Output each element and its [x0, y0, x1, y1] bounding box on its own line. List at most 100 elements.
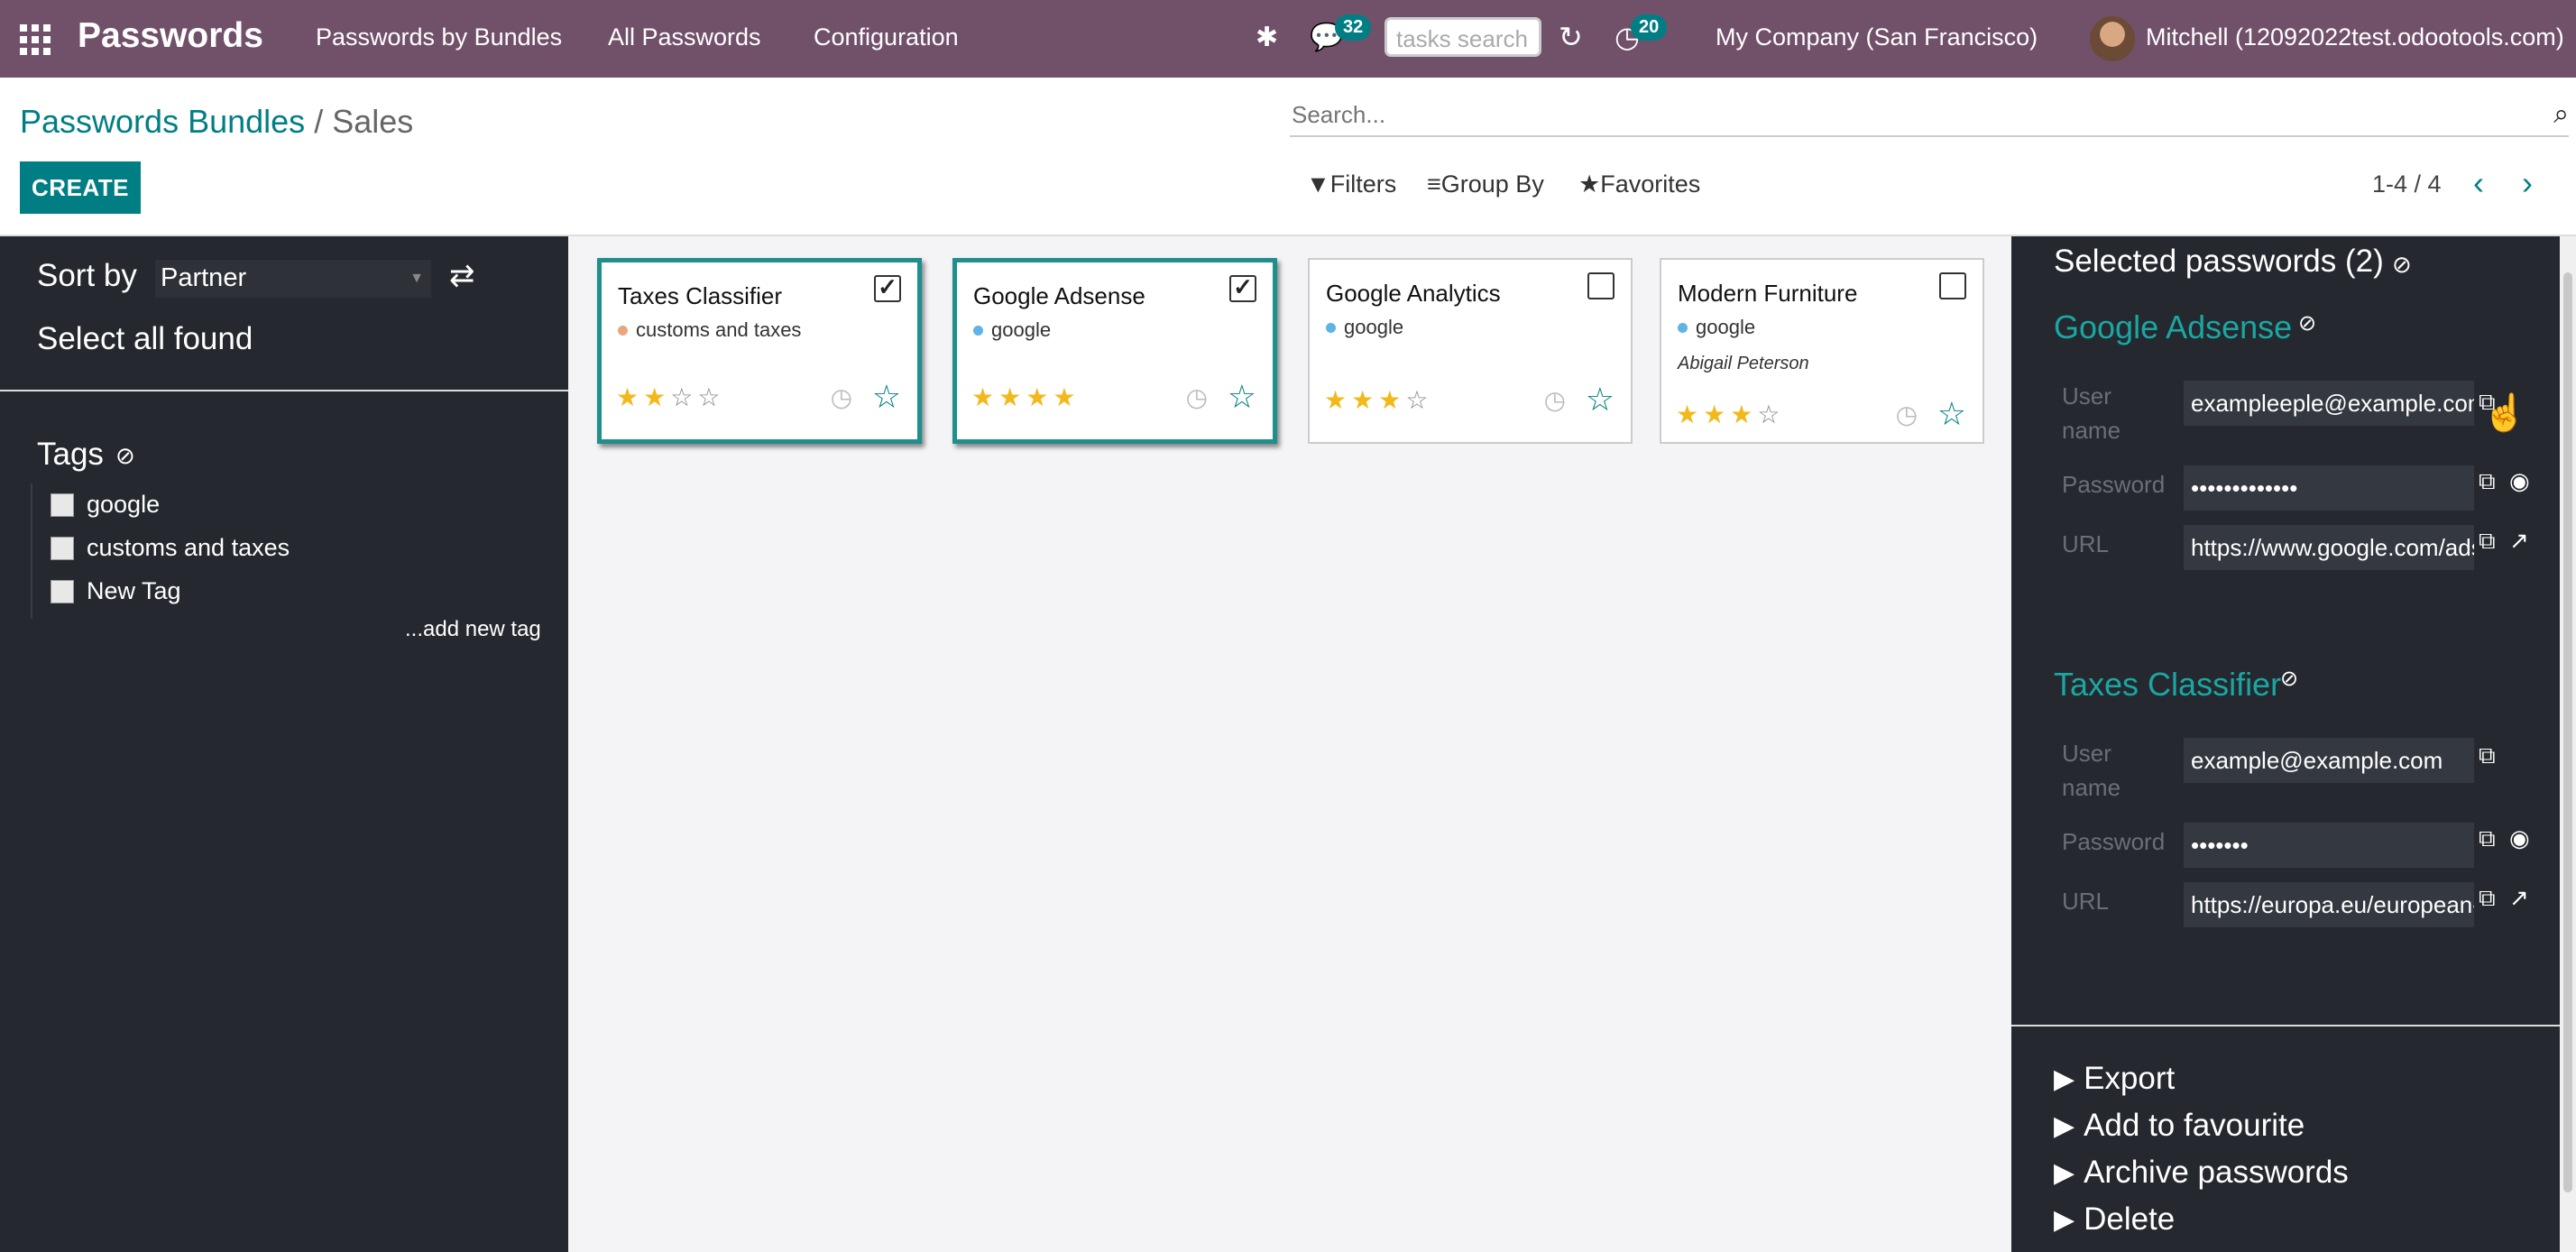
star-filled-icon[interactable]: ★: [1378, 386, 1405, 414]
password-field[interactable]: •••••••••••••: [2184, 465, 2474, 511]
star-filled-icon[interactable]: ★: [1053, 383, 1080, 411]
tag-filter-google[interactable]: google: [51, 491, 160, 519]
star-filled-icon[interactable]: ★: [1676, 400, 1703, 428]
add-to-favourite-action[interactable]: ▶ Add to favourite: [2054, 1108, 2305, 1144]
tag-checkbox[interactable]: [51, 536, 74, 560]
star-empty-icon[interactable]: ☆: [697, 383, 724, 411]
breadcrumb-current: Sales: [332, 103, 414, 140]
select-all-found-link[interactable]: Select all found: [37, 321, 253, 357]
scrollbar-thumb[interactable]: [2563, 272, 2572, 1192]
kanban-card[interactable]: Modern Furniture google Abigail Peterson…: [1660, 258, 1984, 444]
company-switcher[interactable]: My Company (San Francisco): [1716, 23, 2038, 51]
activity-clock-icon[interactable]: ◷: [1544, 385, 1566, 415]
deselect-password-icon[interactable]: ⊘: [2280, 666, 2298, 692]
eye-show-password-icon[interactable]: ◉: [2509, 467, 2530, 495]
star-empty-icon[interactable]: ☆: [670, 383, 697, 411]
tasks-search-input[interactable]: tasks search: [1385, 17, 1541, 57]
star-filled-icon[interactable]: ★: [1703, 400, 1730, 428]
kanban-card[interactable]: Google Analytics google ★★★☆ ◷ ☆: [1308, 258, 1633, 444]
star-filled-icon[interactable]: ★: [643, 383, 670, 411]
password-field[interactable]: •••••••: [2184, 823, 2474, 868]
sort-direction-swap-icon[interactable]: ⇄: [449, 258, 475, 294]
external-link-icon[interactable]: ↗: [2509, 884, 2529, 912]
breadcrumb-parent[interactable]: Passwords Bundles: [20, 103, 305, 140]
card-title: Modern Furniture: [1678, 280, 1858, 307]
card-select-checkbox[interactable]: [1939, 272, 1966, 299]
favorite-star-icon[interactable]: ☆: [872, 378, 901, 416]
menu-all-passwords[interactable]: All Passwords: [608, 23, 761, 51]
group-by-button[interactable]: ≡Group By: [1427, 170, 1544, 198]
user-name-field[interactable]: exampleeple@example.com: [2184, 381, 2474, 426]
copy-icon[interactable]: ⧉: [2479, 467, 2496, 496]
kanban-card[interactable]: Google Adsense ✓ google ★★★★ ◷ ☆: [952, 258, 1277, 444]
menu-configuration[interactable]: Configuration: [814, 23, 959, 51]
star-empty-icon[interactable]: ☆: [1405, 386, 1432, 414]
favorites-button[interactable]: ★Favorites: [1578, 170, 1700, 198]
tags-clear-icon[interactable]: ⊘: [115, 442, 135, 470]
pager-next-icon[interactable]: ›: [2522, 164, 2533, 202]
delete-action[interactable]: ▶ Delete: [2054, 1201, 2175, 1238]
user-name-field[interactable]: example@example.com: [2184, 738, 2474, 783]
pager-value[interactable]: 1-4 / 4: [2372, 170, 2442, 198]
user-avatar[interactable]: [2090, 16, 2135, 61]
search-input[interactable]: [1290, 94, 2466, 136]
app-name[interactable]: Passwords: [78, 16, 263, 56]
mouse-pointer-icon: ☝: [2482, 393, 2527, 433]
export-action[interactable]: ▶ Export: [2054, 1061, 2175, 1097]
star-filled-icon[interactable]: ★: [1026, 383, 1053, 411]
favorite-star-icon[interactable]: ☆: [1228, 378, 1256, 416]
sort-by-select[interactable]: Partner ▼: [155, 260, 431, 298]
debug-bug-icon[interactable]: ✱: [1256, 22, 1278, 53]
copy-icon[interactable]: ⧉: [2479, 741, 2496, 770]
favorite-star-icon[interactable]: ☆: [1937, 395, 1966, 433]
card-rating-stars[interactable]: ★★★☆: [1676, 400, 1784, 429]
card-select-checkbox[interactable]: ✓: [1229, 275, 1256, 302]
kanban-view: Taxes Classifier ✓ customs and taxes ★★☆…: [568, 236, 2011, 1252]
star-empty-icon[interactable]: ☆: [1757, 400, 1784, 428]
password-name-link[interactable]: Google Adsense: [2054, 308, 2292, 346]
pager-previous-icon[interactable]: ‹: [2473, 164, 2484, 202]
star-filled-icon[interactable]: ★: [1730, 400, 1757, 428]
filters-button[interactable]: ▼Filters: [1306, 170, 1396, 198]
eye-show-password-icon[interactable]: ◉: [2509, 824, 2530, 852]
activity-clock-icon[interactable]: ◷: [831, 382, 852, 412]
star-filled-icon[interactable]: ★: [616, 383, 643, 411]
tag-filter-customs-and-taxes[interactable]: customs and taxes: [51, 534, 290, 562]
copy-icon[interactable]: ⧉: [2479, 527, 2496, 556]
tag-checkbox[interactable]: [51, 493, 74, 517]
add-new-tag-link[interactable]: ...add new tag: [405, 617, 541, 642]
star-filled-icon[interactable]: ★: [971, 383, 998, 411]
menu-passwords-by-bundles[interactable]: Passwords by Bundles: [316, 23, 562, 51]
activity-clock-icon[interactable]: ◷: [1896, 400, 1918, 429]
tag-filter-new-tag[interactable]: New Tag: [51, 577, 181, 605]
card-select-checkbox[interactable]: ✓: [874, 275, 901, 302]
favorite-star-icon[interactable]: ☆: [1586, 381, 1615, 419]
group-by-label: Group By: [1440, 170, 1544, 198]
panel-scrollbar[interactable]: [2560, 236, 2576, 1252]
create-button[interactable]: CREATE: [20, 161, 141, 214]
card-select-checkbox[interactable]: [1587, 272, 1615, 299]
star-filled-icon[interactable]: ★: [1351, 386, 1378, 414]
search-icon[interactable]: ⌕: [2553, 99, 2569, 130]
archive-passwords-action[interactable]: ▶ Archive passwords: [2054, 1155, 2349, 1191]
card-rating-stars[interactable]: ★★☆☆: [616, 382, 724, 412]
star-filled-icon[interactable]: ★: [1324, 386, 1351, 414]
card-rating-stars[interactable]: ★★★★: [971, 382, 1080, 412]
copy-icon[interactable]: ⧉: [2479, 824, 2496, 853]
url-field[interactable]: https://europa.eu/european-union: [2184, 882, 2474, 927]
activity-clock-icon[interactable]: ◷: [1186, 382, 1208, 412]
deselect-password-icon[interactable]: ⊘: [2298, 310, 2316, 336]
star-filled-icon[interactable]: ★: [998, 383, 1026, 411]
user-menu[interactable]: Mitchell (12092022test.odootools.com): [2146, 23, 2564, 51]
refresh-icon[interactable]: ↻: [1559, 20, 1583, 54]
card-rating-stars[interactable]: ★★★☆: [1324, 385, 1432, 415]
password-name-link[interactable]: Taxes Classifier: [2054, 666, 2281, 704]
url-field[interactable]: https://www.google.com/adsense: [2184, 525, 2474, 570]
card-title: Google Analytics: [1326, 280, 1501, 307]
kanban-card[interactable]: Taxes Classifier ✓ customs and taxes ★★☆…: [597, 258, 922, 444]
external-link-icon[interactable]: ↗: [2509, 527, 2529, 555]
tag-checkbox[interactable]: [51, 579, 74, 603]
copy-icon[interactable]: ⧉: [2479, 884, 2496, 913]
clear-selection-icon[interactable]: ⊘: [2392, 251, 2412, 279]
apps-menu-icon[interactable]: [20, 24, 51, 55]
